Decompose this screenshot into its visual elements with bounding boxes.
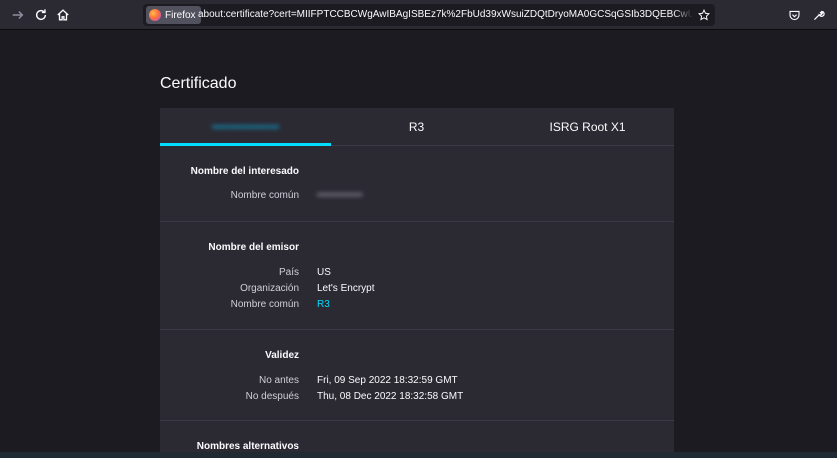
tab-label: R3 [408,120,425,134]
section-subject: Nombre del interesado Nombre común •••••… [160,146,674,222]
section-title: Nombre del emisor [208,242,299,253]
pocket-icon[interactable] [784,5,804,25]
section-title: Nombres alternativos [196,441,299,452]
certificate-card: •••••••••••••••• R3 ISRG Root X1 Nombre … [160,108,674,458]
row-label: Nombre común [230,190,299,201]
firefox-logo-icon [149,9,161,21]
row-value: Fri, 09 Sep 2022 18:32:59 GMT [317,375,458,386]
row-value: US [317,267,331,278]
url-text[interactable]: about:certificate?cert=MIIFPTCCBCWgAwIBA… [198,9,692,20]
tab-site-certificate[interactable]: •••••••••••••••• [160,108,331,146]
row-label: No antes [258,375,299,386]
browser-toolbar: Firefox about:certificate?cert=MIIFPTCCB… [0,0,837,30]
row-label: Organización [240,283,299,294]
section-title: Nombre del interesado [190,166,299,177]
section-issuer: Nombre del emisor País US Organización L… [160,222,674,330]
row-label: País [278,267,299,278]
tab-isrg-root-x1[interactable]: ISRG Root X1 [502,108,673,146]
extensions-icon[interactable] [808,5,828,25]
row-value: ••••••••••••• [317,190,363,201]
taskbar [0,452,837,458]
identity-box[interactable]: Firefox [146,6,201,24]
url-bar[interactable]: Firefox about:certificate?cert=MIIFPTCCB… [143,4,715,26]
forward-icon[interactable] [8,5,28,25]
row-value: Thu, 08 Dec 2022 18:32:58 GMT [317,391,464,402]
row-label: No después [245,391,299,402]
home-icon[interactable] [53,5,73,25]
section-validity: Validez No antes Fri, 09 Sep 2022 18:32:… [160,330,674,421]
section-title: Validez [265,350,299,361]
page-title: Certificado [160,75,237,92]
identity-label: Firefox [165,9,196,21]
tab-r3[interactable]: R3 [331,108,502,146]
bookmark-star-icon[interactable] [696,7,712,23]
tab-label: •••••••••••••••• [211,120,280,134]
issuer-cn-link[interactable]: R3 [317,299,330,310]
row-label: Nombre común [230,299,299,310]
reload-icon[interactable] [31,5,51,25]
certificate-tabs: •••••••••••••••• R3 ISRG Root X1 [160,108,674,146]
tab-label: ISRG Root X1 [549,120,626,134]
row-value: Let's Encrypt [317,283,375,294]
